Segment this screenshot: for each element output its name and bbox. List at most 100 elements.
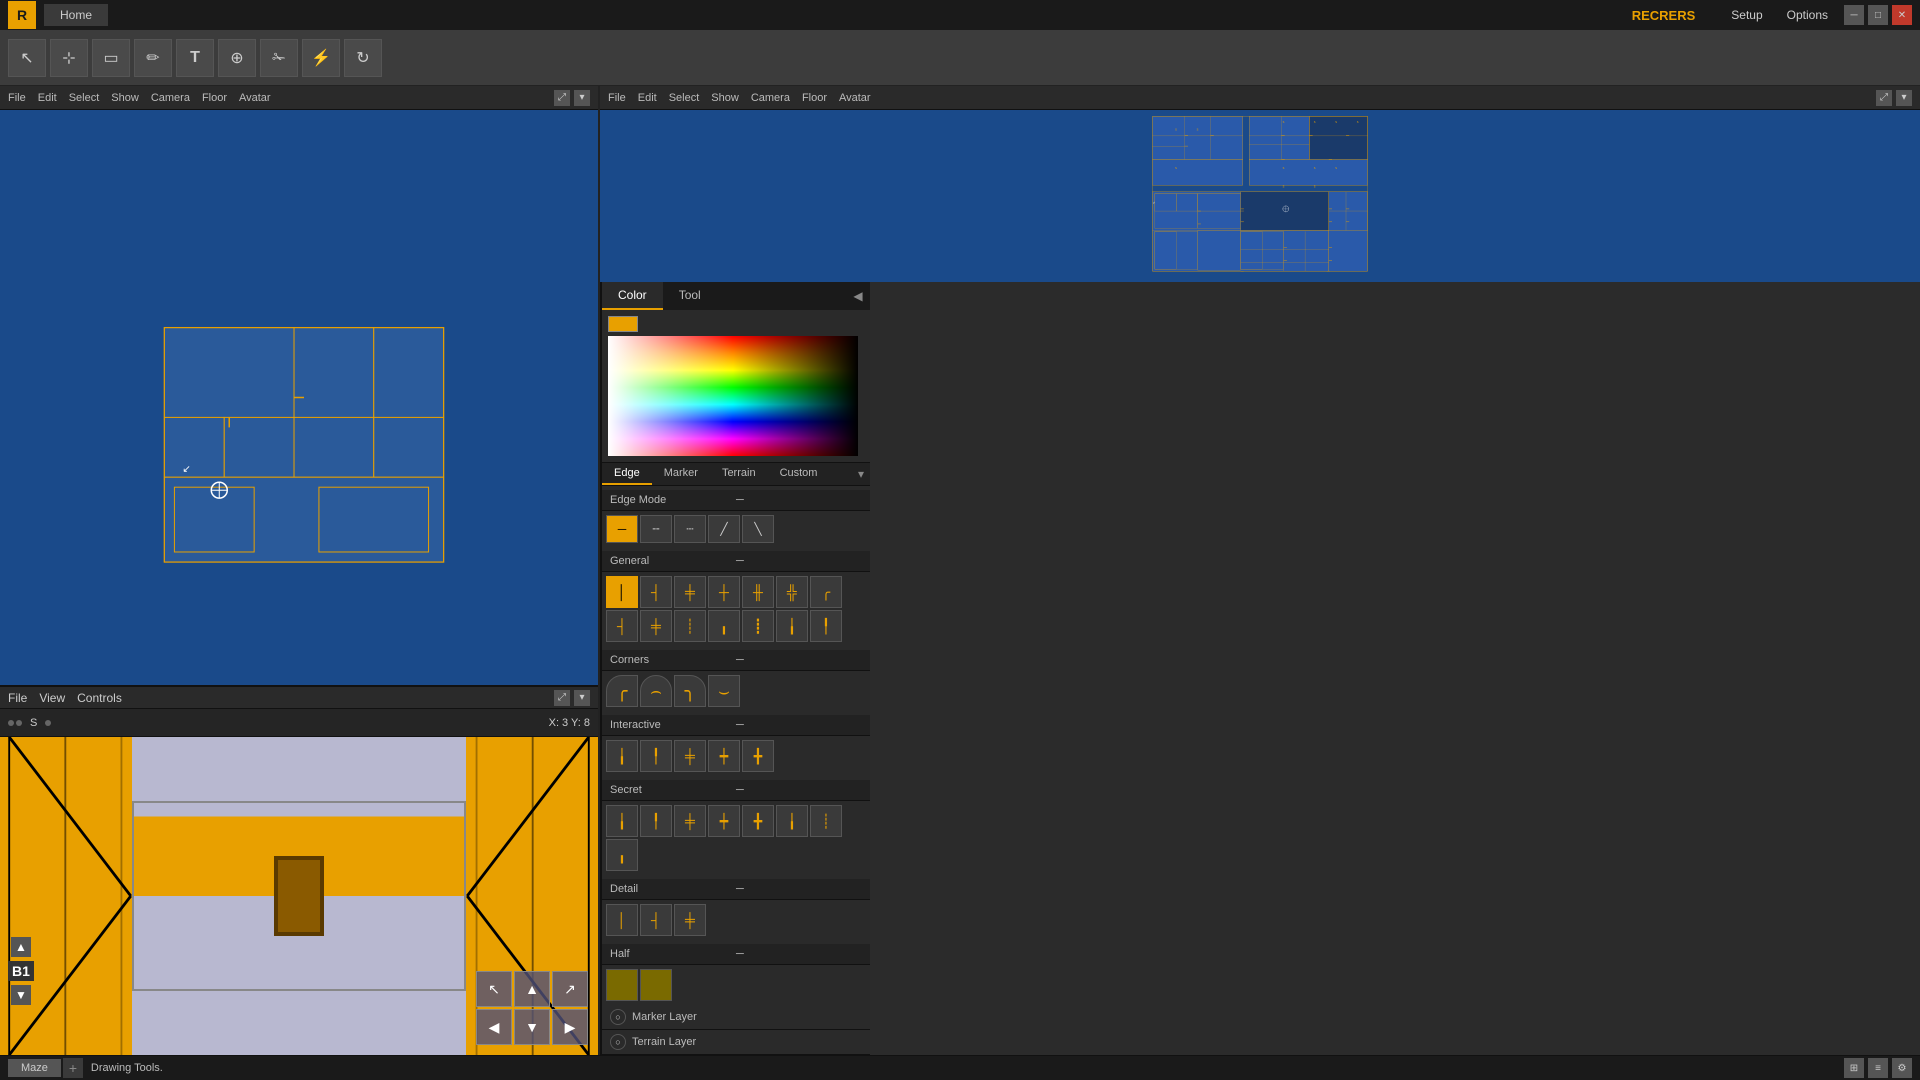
menu-avatar-tl[interactable]: Avatar (239, 92, 271, 104)
tab-tool[interactable]: Tool (663, 282, 717, 310)
paint-tab-terrain[interactable]: Terrain (710, 463, 768, 485)
top-left-viewport[interactable]: ↙ (0, 110, 598, 685)
general-section-header[interactable]: General ─ (602, 551, 870, 572)
general-tool-3[interactable]: ╪ (674, 576, 706, 608)
main-map-canvas[interactable]: S S S S S S S S S S S S (600, 110, 1920, 282)
half-section-header[interactable]: Half ─ (602, 944, 870, 965)
menu-floor-rv[interactable]: Floor (802, 92, 827, 104)
interactive-tool-1[interactable]: ╽ (606, 740, 638, 772)
detail-tool-1[interactable]: │ (606, 904, 638, 936)
general-tool-7[interactable]: ╭ (810, 576, 842, 608)
menu-edit-tl[interactable]: Edit (38, 92, 57, 104)
menu-select-tl[interactable]: Select (69, 92, 100, 104)
terrain-layer-eye-icon[interactable]: ○ (610, 1034, 626, 1050)
expand-rv-button[interactable]: ⤢ (1876, 90, 1892, 106)
minimize-button[interactable]: ─ (1844, 5, 1864, 25)
menu-floor-tl[interactable]: Floor (202, 92, 227, 104)
corner-tool-3[interactable]: ╮ (674, 675, 706, 707)
cut-tool-button[interactable]: ✁ (260, 39, 298, 77)
edge-mode-section-header[interactable]: Edge Mode ─ (602, 490, 870, 511)
home-tab[interactable]: Home (44, 4, 108, 26)
menu-show-tl[interactable]: Show (111, 92, 139, 104)
edge-dotted-button[interactable]: ┄ (674, 515, 706, 543)
general-tool-5[interactable]: ╫ (742, 576, 774, 608)
add-tab-button[interactable]: + (63, 1058, 83, 1078)
secret-tool-5[interactable]: ╋ (742, 805, 774, 837)
general-tool-1[interactable]: │ (606, 576, 638, 608)
marker-layer-item[interactable]: ○ Marker Layer (602, 1005, 870, 1030)
level-down-button[interactable]: ▼ (11, 985, 31, 1005)
text-tool-button[interactable]: T (176, 39, 214, 77)
paint-filter-icon[interactable]: ▾ (852, 463, 870, 485)
bottom-3d-viewport[interactable]: ▲ B1 ▼ ↖ ▲ ↗ ◀ ▼ ▶ (0, 737, 598, 1055)
interactive-tool-4[interactable]: ┿ (708, 740, 740, 772)
detail-tool-2[interactable]: ┤ (640, 904, 672, 936)
collapse-bl-button[interactable]: ▾ (574, 690, 590, 706)
sidebar-collapse-button[interactable]: ◀ (846, 282, 870, 310)
move-tool-button[interactable]: ↖ (8, 39, 46, 77)
edge-diagonal1-button[interactable]: ╱ (708, 515, 740, 543)
nav-right-button[interactable]: ▶ (552, 1009, 588, 1045)
edge-solid-button[interactable]: ─ (606, 515, 638, 543)
corner-tool-2[interactable]: ⌢ (640, 675, 672, 707)
maze-tab[interactable]: Maze (8, 1059, 61, 1077)
rotate-tool-button[interactable]: ↻ (344, 39, 382, 77)
close-button[interactable]: ✕ (1892, 5, 1912, 25)
level-up-button[interactable]: ▲ (11, 937, 31, 957)
menu-edit-rv[interactable]: Edit (638, 92, 657, 104)
paint-tab-edge[interactable]: Edge (602, 463, 652, 485)
half-tool-1[interactable] (606, 969, 638, 1001)
color-gradient[interactable] (608, 336, 858, 456)
interactive-section-header[interactable]: Interactive ─ (602, 715, 870, 736)
general-tool-9[interactable]: ╪ (640, 610, 672, 642)
general-tool-13[interactable]: ╽ (776, 610, 808, 642)
nav-left-button[interactable]: ◀ (476, 1009, 512, 1045)
paint-tab-marker[interactable]: Marker (652, 463, 710, 485)
collapse-tl-button[interactable]: ▾ (574, 90, 590, 106)
terrain-layer-item[interactable]: ○ Terrain Layer (602, 1030, 870, 1055)
corner-tool-1[interactable]: ╭ (606, 675, 638, 707)
collapse-rv-button[interactable]: ▾ (1896, 90, 1912, 106)
half-tool-2[interactable] (640, 969, 672, 1001)
secret-section-header[interactable]: Secret ─ (602, 780, 870, 801)
menu-file-bl[interactable]: File (8, 691, 27, 705)
menu-file-tl[interactable]: File (8, 92, 26, 104)
menu-camera-rv[interactable]: Camera (751, 92, 790, 104)
nav-up-left-button[interactable]: ↖ (476, 971, 512, 1007)
detail-section-header[interactable]: Detail ─ (602, 879, 870, 900)
secret-tool-3[interactable]: ╪ (674, 805, 706, 837)
maximize-button[interactable]: □ (1868, 5, 1888, 25)
menu-file-rv[interactable]: File (608, 92, 626, 104)
draw-tool-button[interactable]: ✏ (134, 39, 172, 77)
corners-section-header[interactable]: Corners ─ (602, 650, 870, 671)
tab-color[interactable]: Color (602, 282, 663, 310)
menu-controls-bl[interactable]: Controls (77, 691, 122, 705)
options-button[interactable]: Options (1779, 6, 1836, 24)
edge-dashed-button[interactable]: ╌ (640, 515, 672, 543)
general-tool-11[interactable]: ╻ (708, 610, 740, 642)
general-tool-4[interactable]: ┼ (708, 576, 740, 608)
select-tool-button[interactable]: ⊹ (50, 39, 88, 77)
menu-camera-tl[interactable]: Camera (151, 92, 190, 104)
interactive-tool-2[interactable]: ╿ (640, 740, 672, 772)
expand-tl-button[interactable]: ⤢ (554, 90, 570, 106)
secret-tool-6[interactable]: ╽ (776, 805, 808, 837)
general-tool-12[interactable]: ┋ (742, 610, 774, 642)
expand-bl-button[interactable]: ⤢ (554, 690, 570, 706)
edge-diagonal2-button[interactable]: ╲ (742, 515, 774, 543)
secret-tool-4[interactable]: ┿ (708, 805, 740, 837)
nav-up-button[interactable]: ▲ (514, 971, 550, 1007)
general-tool-10[interactable]: ┊ (674, 610, 706, 642)
nav-up-right-button[interactable]: ↗ (552, 971, 588, 1007)
setup-button[interactable]: Setup (1723, 6, 1770, 24)
menu-select-rv[interactable]: Select (669, 92, 700, 104)
stamp-tool-button[interactable]: ⊕ (218, 39, 256, 77)
general-tool-6[interactable]: ╬ (776, 576, 808, 608)
general-tool-8[interactable]: ┤ (606, 610, 638, 642)
rect-tool-button[interactable]: ▭ (92, 39, 130, 77)
general-tool-14[interactable]: ╿ (810, 610, 842, 642)
corner-tool-4[interactable]: ⌣ (708, 675, 740, 707)
menu-show-rv[interactable]: Show (711, 92, 739, 104)
color-swatch[interactable] (608, 316, 638, 332)
secret-tool-7[interactable]: ┊ (810, 805, 842, 837)
